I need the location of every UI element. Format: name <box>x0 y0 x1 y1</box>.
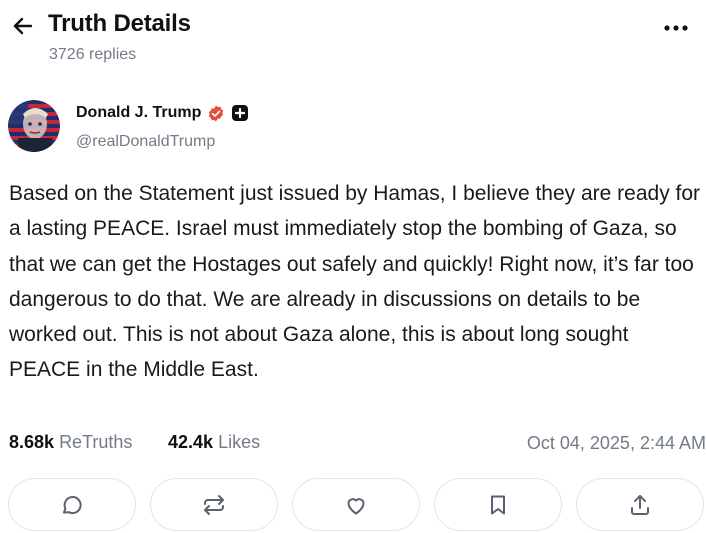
page-header: Truth Details 3726 replies <box>0 0 706 78</box>
share-button[interactable] <box>576 478 704 531</box>
post-author: Donald J. Trump @realDonaldTrump <box>8 100 698 156</box>
author-handle[interactable]: @realDonaldTrump <box>76 133 215 151</box>
retruth-button[interactable] <box>150 478 278 531</box>
bookmark-icon <box>491 495 505 514</box>
share-icon <box>631 494 649 515</box>
post-stats: 8.68k ReTruths 42.4k Likes Oct 04, 2025,… <box>9 430 706 458</box>
verified-badge-icon <box>207 104 225 122</box>
replies-count: 3726 replies <box>49 46 137 63</box>
more-horizontal-icon <box>664 25 688 31</box>
likes-count: 42.4k <box>168 432 214 452</box>
page-title: Truth Details <box>48 10 191 37</box>
author-name-row[interactable]: Donald J. Trump <box>76 104 249 122</box>
plus-badge-icon <box>231 104 249 122</box>
avatar[interactable] <box>8 100 60 152</box>
like-button[interactable] <box>292 478 420 531</box>
action-bar <box>0 478 706 533</box>
likes-label: Likes <box>218 432 261 452</box>
retruths-stat[interactable]: 8.68k ReTruths <box>9 432 132 453</box>
post-body: Based on the Statement just issued by Ha… <box>9 182 701 382</box>
reply-button[interactable] <box>8 478 136 531</box>
more-options-button[interactable] <box>660 16 692 40</box>
retruths-count: 8.68k <box>9 432 55 452</box>
post-timestamp: Oct 04, 2025, 2:44 AM <box>526 433 706 453</box>
repeat-icon <box>204 494 224 515</box>
likes-stat[interactable]: 42.4k Likes <box>168 432 260 453</box>
comment-icon <box>63 495 82 514</box>
back-button[interactable] <box>9 12 37 40</box>
heart-icon <box>347 497 365 514</box>
retruths-label: ReTruths <box>59 432 133 452</box>
bookmark-button[interactable] <box>434 478 562 531</box>
author-name: Donald J. Trump <box>76 104 202 121</box>
arrow-left-icon <box>13 17 33 35</box>
